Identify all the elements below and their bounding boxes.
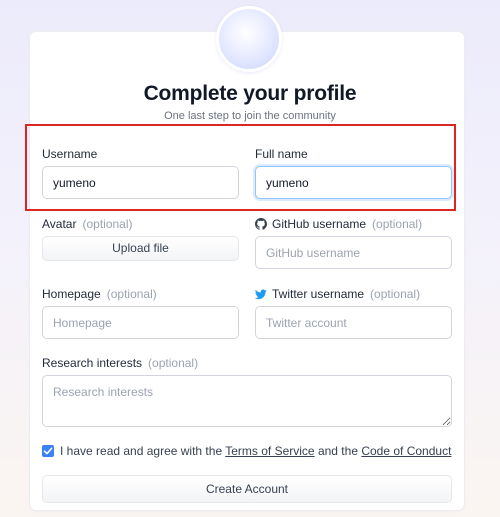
github-icon [255,218,267,233]
full-name-label: Full name [255,147,308,161]
homepage-label: Homepage (optional) [42,287,157,301]
avatar-label: Avatar (optional) [42,217,133,231]
agree-checkbox[interactable] [42,445,54,457]
homepage-input[interactable] [42,306,239,339]
github-username-input[interactable] [255,236,452,269]
terms-of-service-link[interactable]: Terms of Service [225,444,314,458]
page-subtitle: One last step to join the community [164,110,336,122]
create-account-button[interactable]: Create Account [42,475,452,503]
upload-file-button[interactable]: Upload file [42,236,239,261]
page-title: Complete your profile [143,82,357,105]
full-name-input[interactable] [255,166,452,199]
avatar [216,6,282,72]
twitter-icon [254,289,267,303]
twitter-account-input[interactable] [255,306,452,339]
github-label: GitHub username (optional) [255,217,422,233]
username-input[interactable] [42,166,239,199]
checkmark-icon [43,447,53,455]
twitter-label: Twitter username (optional) [254,287,420,303]
research-interests-textarea[interactable] [42,375,452,427]
agreement-row: I have read and agree with the Terms of … [42,444,451,458]
username-label: Username [42,147,98,161]
research-interests-label: Research interests (optional) [42,356,199,370]
code-of-conduct-link[interactable]: Code of Conduct [361,444,451,458]
